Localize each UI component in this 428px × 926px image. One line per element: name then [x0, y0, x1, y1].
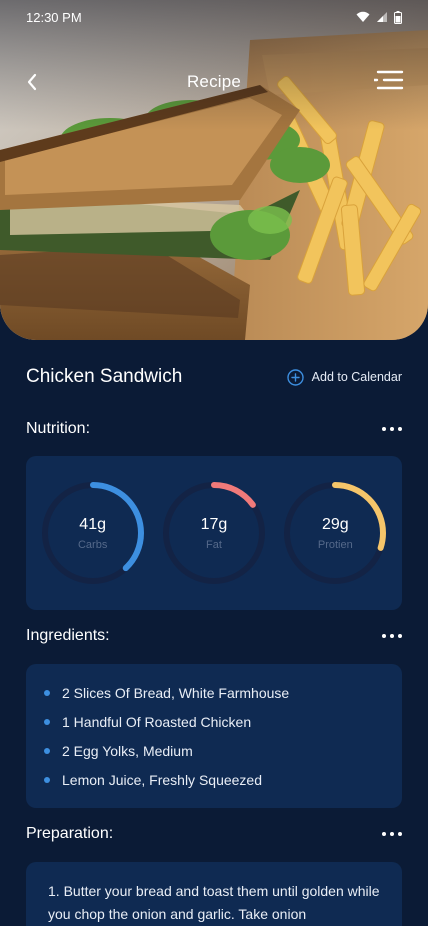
- more-dot-icon: [398, 634, 402, 638]
- chevron-left-icon: [27, 73, 37, 91]
- add-to-calendar-label: Add to Calendar: [311, 370, 402, 384]
- bullet-icon: [44, 776, 50, 783]
- ingredient-text: Lemon Juice, Freshly Squeezed: [62, 771, 262, 788]
- preparation-title: Preparation:: [26, 825, 114, 842]
- status-bar: 12:30 PM: [0, 0, 428, 34]
- list-item: Lemon Juice, Freshly Squeezed: [44, 765, 402, 794]
- nutrition-label: Protien: [317, 538, 353, 551]
- nutrition-more-button[interactable]: [382, 423, 402, 435]
- preparation-card: 1. Butter your bread and toast them unti…: [26, 862, 402, 926]
- plus-circle-icon: [286, 368, 304, 386]
- nutrition-card: 41g Carbs 17g Fat 29g Protien: [26, 456, 402, 610]
- ingredients-more-button[interactable]: [382, 630, 402, 642]
- nutrition-ring-protein: 29g Protien: [282, 480, 388, 586]
- bullet-icon: [44, 718, 50, 725]
- nutrition-label: Fat: [206, 538, 222, 551]
- ingredients-header: Ingredients:: [26, 624, 402, 648]
- ingredient-text: 2 Egg Yolks, Medium: [62, 742, 193, 759]
- nutrition-ring-carbs: 41g Carbs: [40, 480, 146, 586]
- nutrition-value: 29g: [321, 515, 349, 533]
- page-title: Recipe: [186, 72, 242, 91]
- battery-icon: [394, 10, 402, 24]
- bullet-icon: [44, 747, 50, 754]
- nutrition-value: 41g: [79, 515, 106, 533]
- menu-button[interactable]: [372, 68, 404, 96]
- list-item: 1 Handful Of Roasted Chicken: [44, 707, 402, 736]
- menu-icon: [372, 70, 404, 90]
- recipe-title: Chicken Sandwich: [26, 366, 183, 387]
- status-time: 12:30 PM: [26, 9, 82, 25]
- ingredient-text: 1 Handful Of Roasted Chicken: [62, 713, 252, 730]
- preparation-header: Preparation:: [26, 822, 402, 846]
- nutrition-label: Carbs: [77, 538, 108, 551]
- list-item: 2 Egg Yolks, Medium: [44, 736, 402, 765]
- more-dot-icon: [382, 634, 386, 638]
- title-row: Chicken Sandwich Add to Calendar: [26, 362, 402, 392]
- more-dot-icon: [398, 427, 402, 431]
- signal-icon: [377, 12, 387, 22]
- preparation-text: 1. Butter your bread and toast them unti…: [48, 883, 380, 922]
- more-dot-icon: [390, 427, 394, 431]
- more-dot-icon: [382, 427, 386, 431]
- nutrition-title: Nutrition:: [26, 420, 91, 437]
- app-header: Recipe: [0, 58, 428, 106]
- nutrition-ring-fat: 17g Fat: [161, 480, 267, 586]
- wifi-icon: [356, 11, 370, 22]
- ingredient-text: 2 Slices Of Bread, White Farmhouse: [62, 684, 290, 701]
- ingredients-title: Ingredients:: [26, 627, 110, 644]
- add-to-calendar-button[interactable]: Add to Calendar: [286, 368, 402, 386]
- back-button[interactable]: [18, 68, 46, 96]
- more-dot-icon: [398, 832, 402, 836]
- ingredients-card: 2 Slices Of Bread, White Farmhouse 1 Han…: [26, 664, 402, 808]
- list-item: 2 Slices Of Bread, White Farmhouse: [44, 678, 402, 707]
- bullet-icon: [44, 689, 50, 696]
- nutrition-header: Nutrition:: [26, 417, 402, 441]
- more-dot-icon: [390, 832, 394, 836]
- preparation-more-button[interactable]: [382, 828, 402, 840]
- more-dot-icon: [390, 634, 394, 638]
- nutrition-value: 17g: [200, 515, 228, 533]
- more-dot-icon: [382, 832, 386, 836]
- status-icons: [356, 10, 402, 24]
